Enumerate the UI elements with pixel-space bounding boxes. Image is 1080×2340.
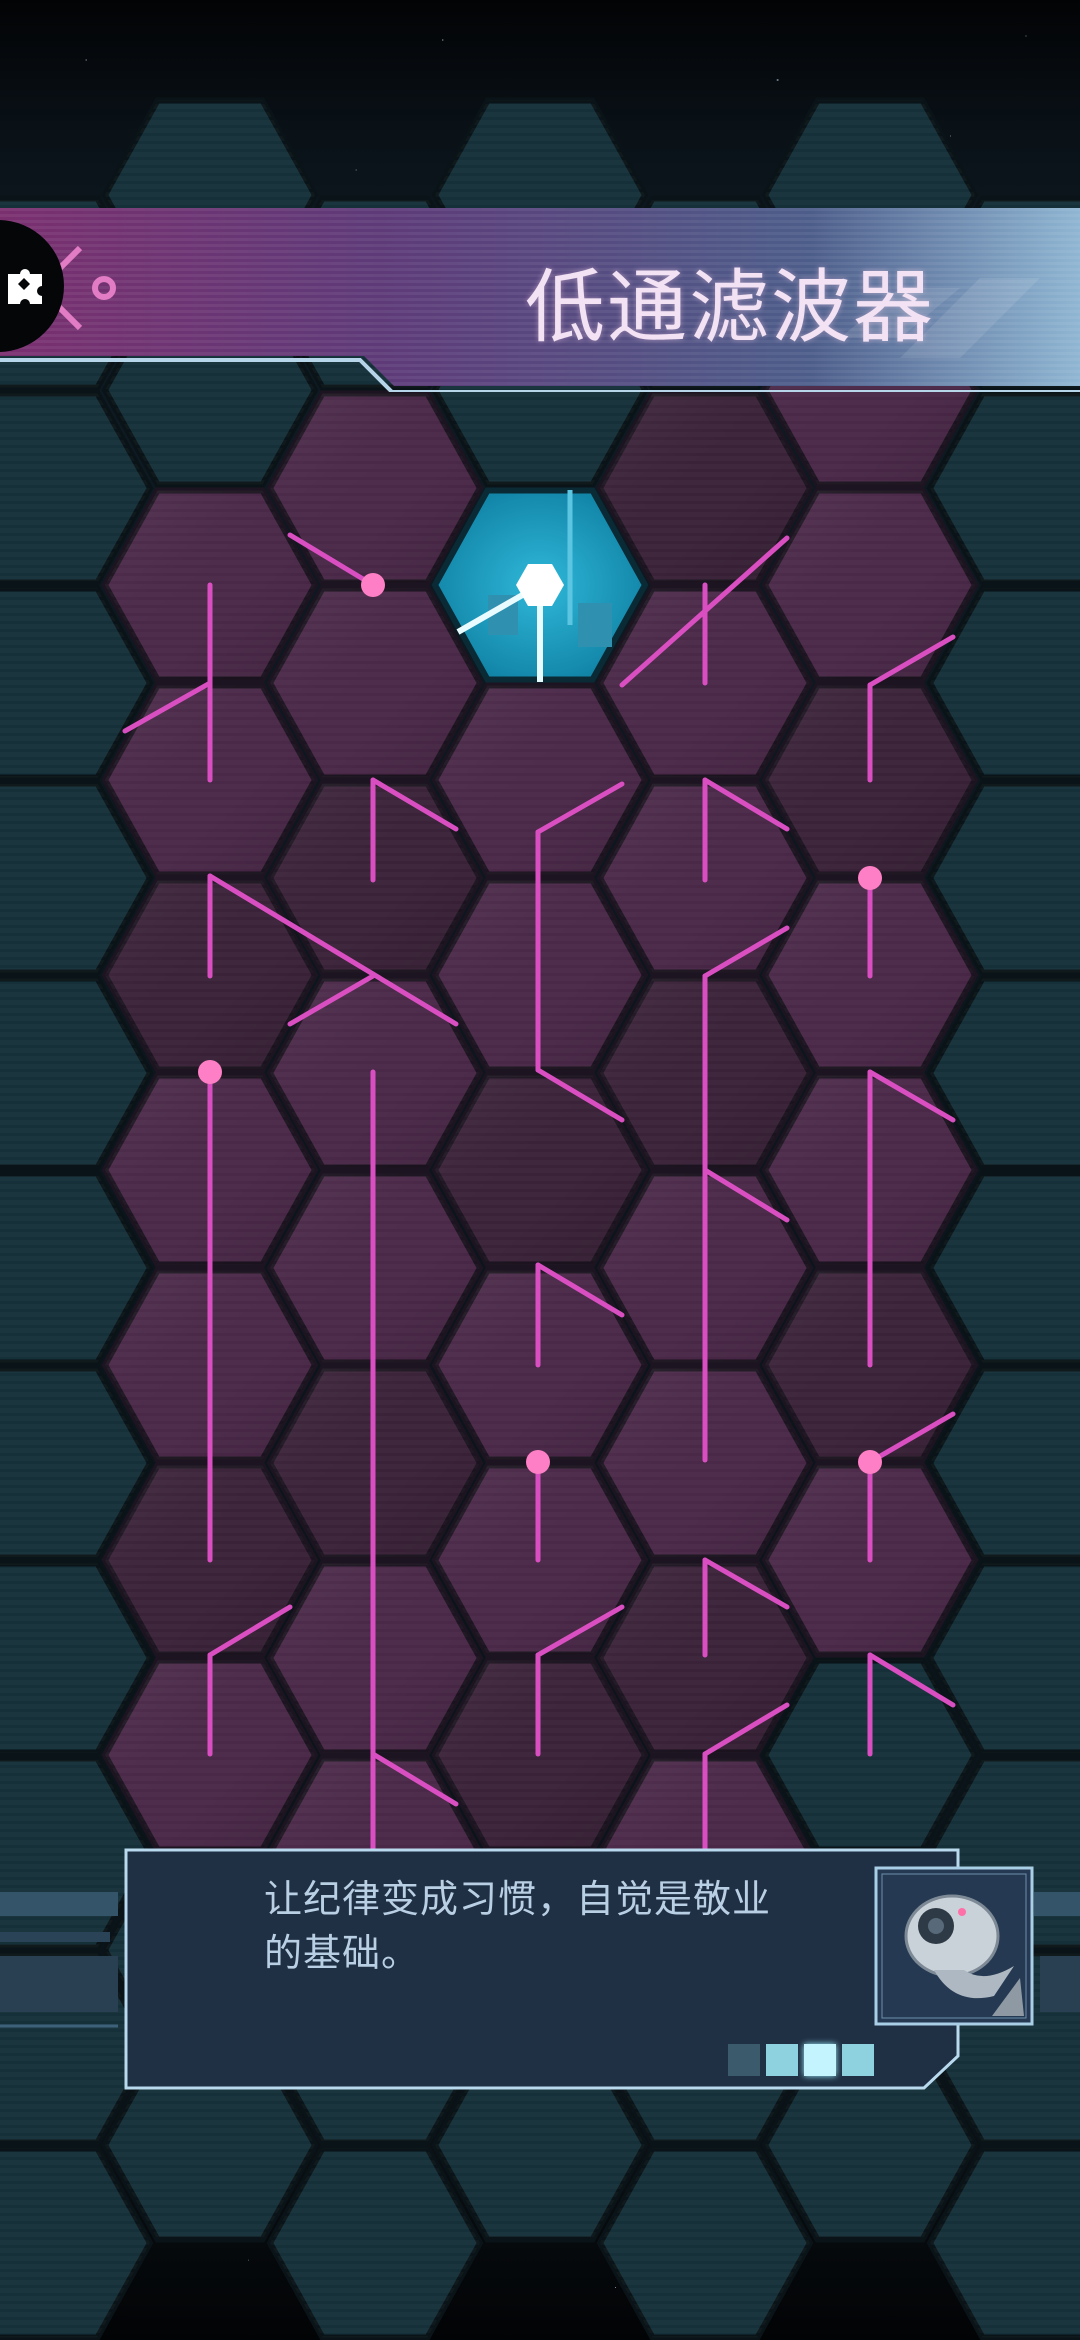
level-banner: 低通滤波器: [0, 208, 1080, 392]
left-panel-decoration: [0, 1892, 118, 2028]
circuit-tile-shade: [270, 393, 480, 583]
puzzle-piece-icon: [8, 269, 42, 304]
tip-message: 让纪律变成习惯，自觉是敬业 的基础。: [264, 1872, 824, 1980]
page-dot-2: [766, 2044, 798, 2076]
circuit-endpoint-node: [858, 866, 882, 890]
tip-line-1: 让纪律变成习惯，自觉是敬业: [264, 1877, 772, 1921]
robot-head-icon: [874, 1866, 1034, 2026]
background-hex-texture: [270, 2148, 480, 2338]
background-hex-texture: [600, 2148, 810, 2338]
circuit-tile-shade: [435, 1075, 645, 1265]
circuit-endpoint-node: [361, 573, 385, 597]
page-dot-1: [728, 2044, 760, 2076]
circuit-endpoint-node: [526, 1450, 550, 1474]
circuit-endpoint-node: [198, 1060, 222, 1084]
circuit-endpoint-node: [858, 1450, 882, 1474]
level-title: 低通滤波器: [525, 261, 935, 354]
tip-page-indicator: [728, 2044, 874, 2076]
page-dot-3: [804, 2044, 836, 2076]
circuit-tile-shade: [270, 588, 480, 778]
tip-line-2: 的基础。: [264, 1931, 421, 1975]
page-dot-4: [842, 2044, 874, 2076]
circuit-tile-shade: [600, 393, 810, 583]
circuit-tile-shade: [765, 490, 975, 680]
game-screen: 低通滤波器 让纪律变成习惯，自觉是敬业 的基础。: [0, 0, 1080, 2340]
source-skyline: [578, 603, 612, 647]
tip-dialog[interactable]: 让纪律变成习惯，自觉是敬业 的基础。: [124, 1848, 962, 2090]
